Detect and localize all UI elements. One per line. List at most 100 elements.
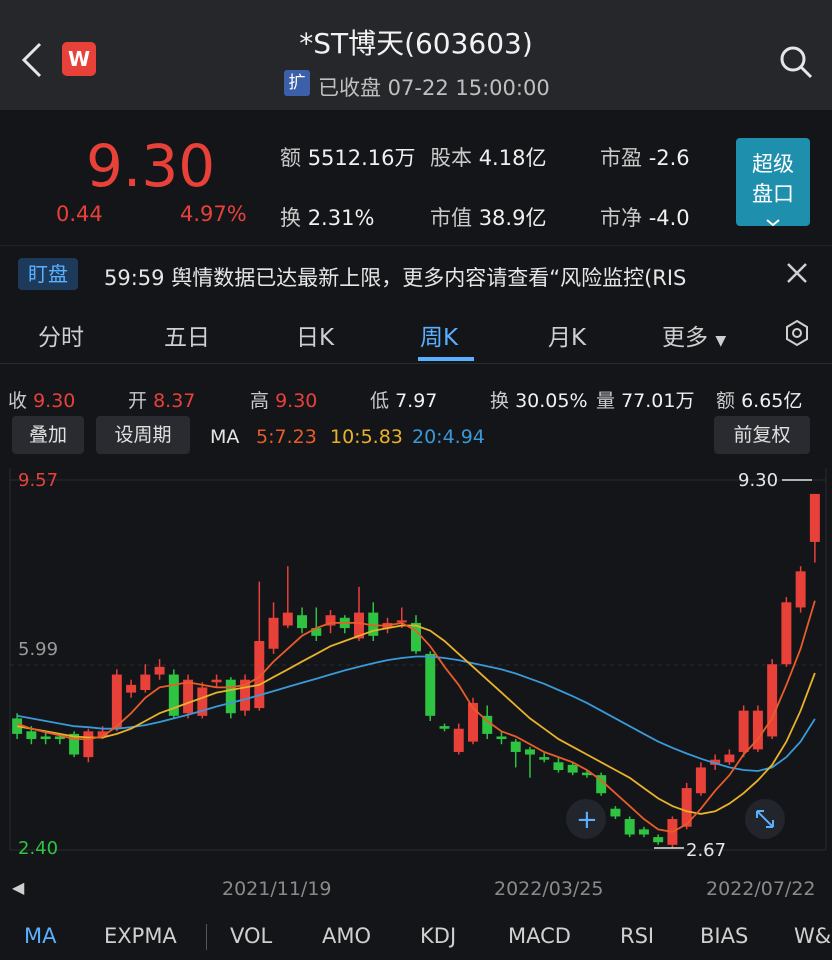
super-panel-button[interactable]: 超级 盘口 bbox=[736, 138, 810, 227]
news-ticker[interactable]: 盯盘 59:59 舆情数据已达最新上限，更多内容请查看“风险监控(RIS bbox=[0, 245, 832, 304]
indicator-tabs: MA EXPMA VOL AMO KDJ MACD RSI BIAS W&R bbox=[0, 912, 832, 960]
stat-pe: 市盈 -2.6 bbox=[600, 142, 690, 172]
ma5-value: 5:7.23 bbox=[256, 426, 317, 448]
quote-panel: 9.30 0.44 4.97% 额 5512.16万 股本 4.18亿 市盈 -… bbox=[0, 110, 832, 245]
candle-body bbox=[795, 571, 806, 608]
zoom-in-button[interactable]: + bbox=[566, 799, 606, 839]
stat-label: 股本 bbox=[430, 146, 472, 170]
stat-label: 市盈 bbox=[600, 146, 642, 170]
indicator-tab-amo[interactable]: AMO bbox=[322, 924, 371, 948]
min-annotation: 2.67 bbox=[686, 840, 726, 861]
tab-five-day[interactable]: 五日 bbox=[164, 318, 210, 352]
ohlc-value: 8.37 bbox=[153, 390, 196, 412]
x-label-start: 2021/11/19 bbox=[222, 878, 332, 900]
y-label-bottom: 2.40 bbox=[18, 838, 58, 859]
settings-icon[interactable] bbox=[784, 319, 810, 347]
candle-body bbox=[282, 612, 293, 626]
candle-body bbox=[268, 617, 279, 649]
x-label-mid: 2022/03/25 bbox=[494, 878, 604, 900]
stat-turnover-amount: 额 5512.16万 bbox=[280, 142, 416, 172]
ma20-value: 20:4.94 bbox=[412, 426, 485, 448]
ohlc-turnover: 换 30.05% bbox=[490, 386, 588, 413]
stat-value: -4.0 bbox=[648, 206, 690, 230]
indicator-tab-ma[interactable]: MA bbox=[24, 924, 56, 948]
overlay-button[interactable]: 叠加 bbox=[12, 416, 84, 454]
candle-body bbox=[724, 754, 735, 763]
candle-body bbox=[439, 726, 450, 729]
stat-label: 市值 bbox=[430, 206, 472, 230]
indicator-tab-expma[interactable]: EXPMA bbox=[104, 924, 177, 948]
candle-body bbox=[781, 602, 792, 665]
caret-down-icon: ▼ bbox=[715, 333, 727, 349]
expand-tag[interactable]: 扩 bbox=[284, 70, 310, 96]
fullscreen-button[interactable] bbox=[745, 799, 785, 839]
stat-share-capital: 股本 4.18亿 bbox=[430, 142, 546, 172]
indicator-tab-kdj[interactable]: KDJ bbox=[420, 924, 456, 948]
adjust-button[interactable]: 前复权 bbox=[714, 416, 810, 454]
tab-monthly[interactable]: 月K bbox=[548, 318, 586, 352]
candle-body bbox=[211, 679, 222, 683]
candle-body bbox=[809, 493, 820, 542]
candle-body bbox=[738, 710, 749, 752]
chevron-down-icon bbox=[766, 219, 780, 227]
candle-body bbox=[496, 736, 507, 740]
ohlc-close: 收 9.30 bbox=[8, 386, 75, 413]
candle-body bbox=[154, 666, 165, 675]
stat-value: 4.18亿 bbox=[478, 146, 547, 170]
candle-body bbox=[83, 731, 94, 758]
stock-title: *ST博天(603603) bbox=[299, 27, 533, 60]
candle-body bbox=[767, 664, 778, 737]
candle-body bbox=[624, 819, 635, 835]
set-period-button[interactable]: 设周期 bbox=[96, 416, 190, 454]
stat-label: 换 bbox=[280, 206, 301, 230]
candles bbox=[12, 493, 820, 848]
candle-body bbox=[695, 767, 706, 794]
stat-value: -2.6 bbox=[648, 146, 690, 170]
stat-turnover-rate: 换 2.31% bbox=[280, 202, 374, 232]
candle-body bbox=[524, 749, 535, 755]
y-label-mid: 5.99 bbox=[18, 639, 58, 660]
ohlc-value: 9.30 bbox=[33, 390, 76, 412]
tab-more[interactable]: 更多 ▼ bbox=[662, 318, 726, 352]
stat-label: 市净 bbox=[600, 206, 642, 230]
stat-value: 2.31% bbox=[307, 206, 375, 230]
indicator-tab-macd[interactable]: MACD bbox=[508, 924, 571, 948]
candle-body bbox=[453, 728, 464, 752]
stat-value: 5512.16万 bbox=[307, 146, 416, 170]
watch-tag[interactable]: 盯盘 bbox=[18, 258, 78, 290]
indicator-tab-rsi[interactable]: RSI bbox=[620, 924, 654, 948]
tab-divider bbox=[206, 924, 207, 950]
top-bar: W *ST博天(603603) 扩 已收盘 07-22 15:00:00 bbox=[0, 0, 832, 110]
candle-body bbox=[425, 653, 436, 716]
candle-body bbox=[126, 684, 137, 693]
candle-body bbox=[638, 829, 649, 835]
search-icon[interactable] bbox=[778, 44, 814, 80]
tab-weekly[interactable]: 周K bbox=[420, 318, 458, 352]
candle-body bbox=[140, 674, 151, 691]
x-axis: ◀ 2021/11/19 2022/03/25 2022/07/22 bbox=[0, 870, 832, 908]
ohlc-high: 高 9.30 bbox=[250, 386, 317, 413]
candlestick-chart[interactable]: 9.57 5.99 2.40 9.30 2.67 + bbox=[0, 458, 832, 870]
current-price: 9.30 bbox=[86, 132, 216, 200]
candle-body bbox=[610, 808, 621, 817]
scroll-left-icon[interactable]: ◀ bbox=[12, 878, 24, 897]
price-change: 0.44 bbox=[56, 202, 103, 226]
active-tab-indicator bbox=[418, 357, 474, 361]
candle-body bbox=[40, 736, 51, 740]
ohlc-value: 7.97 bbox=[395, 390, 438, 412]
ohlc-label: 高 bbox=[250, 390, 270, 412]
stat-value: 38.9亿 bbox=[478, 206, 547, 230]
ohlc-label: 量 bbox=[596, 390, 616, 412]
tab-daily[interactable]: 日K bbox=[296, 318, 334, 352]
indicator-tab-vol[interactable]: VOL bbox=[230, 924, 272, 948]
close-icon[interactable] bbox=[786, 262, 808, 284]
max-annotation: 9.30 bbox=[738, 470, 778, 491]
candle-body bbox=[567, 764, 578, 773]
indicator-tab-wr[interactable]: W&R bbox=[794, 924, 832, 948]
ohlc-label: 开 bbox=[128, 390, 148, 412]
indicator-tab-bias[interactable]: BIAS bbox=[700, 924, 748, 948]
market-status: 已收盘 07-22 15:00:00 bbox=[318, 76, 550, 100]
ticker-text: 59:59 舆情数据已达最新上限，更多内容请查看“风险监控(RIS bbox=[104, 266, 687, 290]
ohlc-value: 6.65亿 bbox=[741, 390, 803, 412]
tab-intraday[interactable]: 分时 bbox=[38, 318, 84, 352]
